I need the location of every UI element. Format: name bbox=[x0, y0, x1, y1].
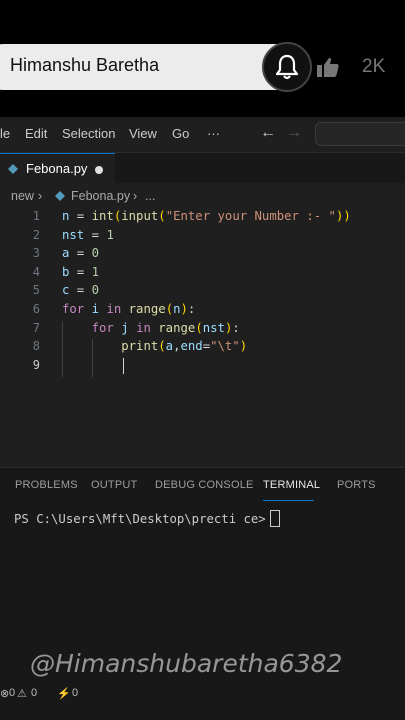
terminal-prompt[interactable]: PS C:\Users\Mft\Desktop\precti ce> bbox=[14, 512, 273, 526]
text-cursor bbox=[123, 358, 124, 374]
watermark-text: @Himanshubaretha6382 bbox=[30, 649, 343, 678]
code-line: b = 1 bbox=[62, 264, 100, 279]
menu-edit[interactable]: Edit bbox=[25, 126, 47, 141]
python-file-icon bbox=[55, 191, 65, 201]
chevron-right-icon: › bbox=[38, 189, 43, 203]
errors-icon: ⊗ bbox=[0, 688, 10, 700]
tab-problems[interactable]: PROBLEMS bbox=[15, 479, 78, 491]
python-file-icon bbox=[8, 164, 18, 174]
breadcrumb-folder[interactable]: new bbox=[11, 189, 34, 203]
code-editor[interactable]: 1 2 3 4 5 6 7 8 9 n = int(input("Enter y… bbox=[0, 209, 405, 467]
back-arrow-icon[interactable]: ← bbox=[260, 124, 276, 142]
menu-view[interactable]: View bbox=[129, 126, 157, 141]
line-number: 2 bbox=[32, 227, 40, 242]
breadcrumb: new › Febona.py › ... bbox=[0, 183, 405, 209]
like-count: 2K bbox=[362, 56, 386, 77]
line-number: 7 bbox=[32, 320, 40, 335]
line-number: 3 bbox=[32, 246, 40, 261]
error-count[interactable]: 0 bbox=[9, 687, 15, 699]
breadcrumb-file[interactable]: Febona.py bbox=[71, 189, 130, 203]
line-number: 1 bbox=[32, 209, 40, 223]
tab-output[interactable]: OUTPUT bbox=[91, 479, 137, 491]
menu-selection[interactable]: Selection bbox=[62, 126, 115, 141]
code-line: nst = 1 bbox=[62, 227, 114, 242]
line-number: 5 bbox=[32, 283, 40, 298]
forward-arrow-icon[interactable]: → bbox=[286, 124, 302, 142]
code-line: print(a,end="\t") bbox=[121, 339, 248, 354]
code-line: for i in range(n): bbox=[62, 302, 196, 316]
menu-more[interactable]: ··· bbox=[207, 126, 220, 141]
tab-bar: Febona.py bbox=[0, 153, 405, 184]
code-line: for j in range(nst): bbox=[91, 320, 240, 335]
ports-icon: ⚡ bbox=[57, 688, 71, 700]
terminal-cursor bbox=[270, 510, 280, 527]
line-number: 6 bbox=[32, 302, 40, 316]
thumbs-up-icon[interactable] bbox=[316, 56, 340, 78]
code-line: n = int(input("Enter your Number :- ")) bbox=[62, 209, 351, 223]
line-number: 4 bbox=[32, 264, 40, 279]
tab-label: Febona.py bbox=[26, 161, 88, 176]
chevron-right-icon: › bbox=[133, 189, 138, 203]
code-line: c = 0 bbox=[62, 283, 100, 298]
ports-count[interactable]: 0 bbox=[72, 687, 78, 699]
line-number: 9 bbox=[32, 357, 40, 372]
command-center[interactable] bbox=[315, 122, 405, 146]
unsaved-dot-icon[interactable] bbox=[95, 166, 103, 174]
menu-go[interactable]: Go bbox=[172, 126, 189, 141]
tab-terminal[interactable]: TERMINAL bbox=[263, 479, 320, 491]
editor-tab[interactable]: Febona.py bbox=[0, 153, 115, 184]
warning-count[interactable]: 0 bbox=[31, 687, 37, 699]
tab-debug-console[interactable]: DEBUG CONSOLE bbox=[155, 479, 254, 491]
active-tab-indicator bbox=[263, 500, 314, 501]
warning-icon: ⚠ bbox=[17, 688, 27, 700]
channel-name: Himanshu Baretha bbox=[10, 55, 160, 75]
status-bar: ⊗ 0 ⚠ 0 ⚡ 0 bbox=[0, 685, 405, 720]
bell-icon[interactable] bbox=[262, 42, 312, 92]
code-line: a = 0 bbox=[62, 246, 100, 261]
menu-file[interactable]: le bbox=[0, 126, 10, 141]
tab-ports[interactable]: PORTS bbox=[337, 479, 376, 491]
breadcrumb-symbols[interactable]: ... bbox=[145, 189, 155, 203]
line-number: 8 bbox=[32, 339, 40, 354]
